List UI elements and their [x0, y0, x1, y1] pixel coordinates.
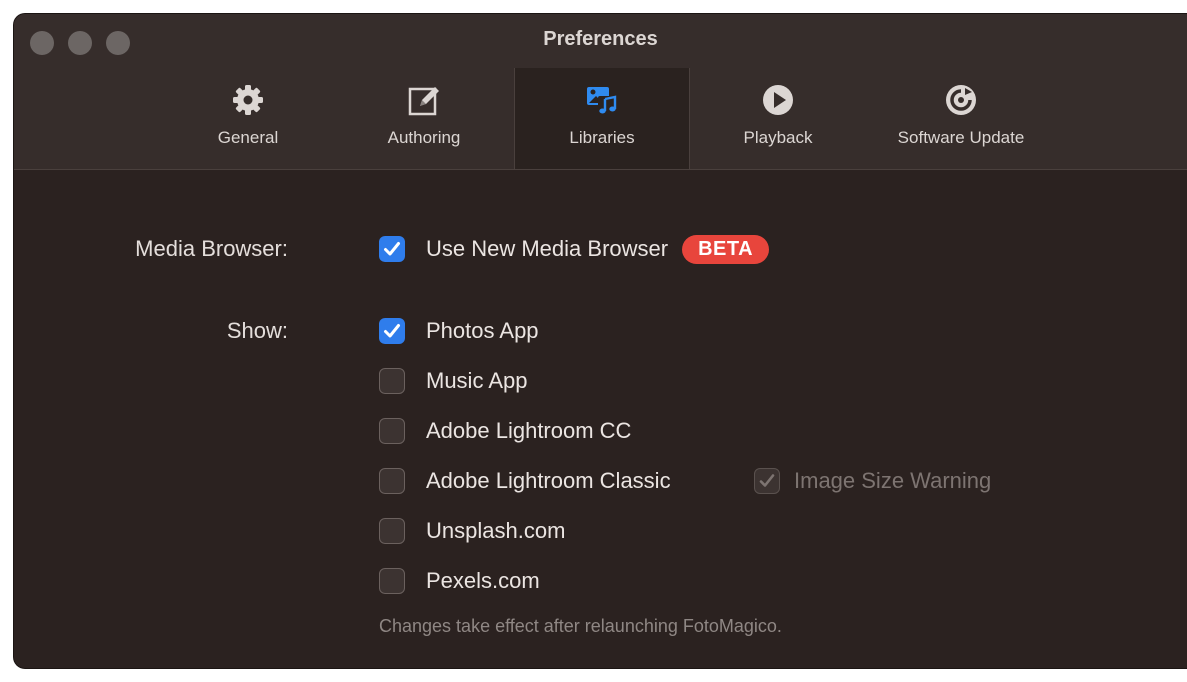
photos-app-checkbox[interactable]: [379, 318, 405, 344]
tab-general[interactable]: General: [180, 68, 316, 169]
show-option-unsplash: Unsplash.com: [379, 514, 565, 548]
adobe-lightroom-cc-label: Adobe Lightroom CC: [426, 418, 632, 443]
checkmark-icon: [759, 473, 774, 487]
pexels-checkbox[interactable]: [379, 568, 405, 594]
show-option-photos: Photos App: [379, 314, 539, 348]
tab-software-update[interactable]: Software Update: [876, 68, 1046, 169]
image-size-warning-option: Image Size Warning: [754, 464, 991, 498]
tab-label: Playback: [743, 128, 813, 147]
tab-label: Software Update: [897, 128, 1025, 147]
adobe-lightroom-classic-label: Adobe Lightroom Classic: [426, 468, 671, 493]
tab-label: Authoring: [387, 128, 461, 147]
pexels-label: Pexels.com: [426, 568, 540, 593]
media-browser-label: Media Browser:: [135, 236, 288, 261]
tab-playback[interactable]: Playback: [710, 68, 846, 169]
preferences-window: Preferences General Authoring Libraries …: [14, 14, 1187, 668]
checkmark-icon: [384, 242, 400, 256]
unsplash-checkbox[interactable]: [379, 518, 405, 544]
image-size-warning-checkbox[interactable]: [754, 468, 780, 494]
tab-authoring[interactable]: Authoring: [356, 68, 492, 169]
tab-libraries[interactable]: Libraries: [514, 68, 690, 169]
checkmark-icon: [384, 324, 400, 338]
libraries-icon: [587, 87, 617, 114]
play-icon: [763, 85, 793, 115]
adobe-lightroom-classic-checkbox[interactable]: [379, 468, 405, 494]
edit-icon: [408, 87, 439, 116]
show-option-pexels: Pexels.com: [379, 564, 540, 598]
relaunch-note: Changes take effect after relaunching Fo…: [379, 616, 782, 636]
image-size-warning-label: Image Size Warning: [794, 468, 992, 493]
show-option-lightroom-classic: Adobe Lightroom Classic: [379, 464, 671, 498]
show-option-music: Music App: [379, 364, 528, 398]
update-icon: [946, 85, 976, 115]
media-browser-option: Use New Media Browser BETA: [379, 232, 770, 266]
music-app-checkbox[interactable]: [379, 368, 405, 394]
libraries-pane: Media Browser: Use New Media Browser BET…: [14, 170, 1187, 668]
show-label: Show:: [226, 318, 288, 343]
music-app-label: Music App: [426, 368, 528, 393]
show-option-lightroom-cc: Adobe Lightroom CC: [379, 414, 631, 448]
title-bar: Preferences: [14, 14, 1187, 68]
use-new-media-browser-label: Use New Media Browser: [426, 236, 669, 261]
use-new-media-browser-checkbox[interactable]: [379, 236, 405, 262]
preferences-toolbar: General Authoring Libraries Playback Sof…: [14, 68, 1187, 170]
photos-app-label: Photos App: [426, 318, 539, 343]
adobe-lightroom-cc-checkbox[interactable]: [379, 418, 405, 444]
show-row: Show:: [14, 314, 1114, 348]
tab-label: General: [217, 128, 279, 147]
beta-badge: BETA: [682, 234, 770, 264]
gear-icon: [233, 85, 263, 115]
unsplash-label: Unsplash.com: [426, 518, 566, 543]
window-title: Preferences: [543, 28, 658, 50]
tab-label: Libraries: [569, 128, 635, 147]
